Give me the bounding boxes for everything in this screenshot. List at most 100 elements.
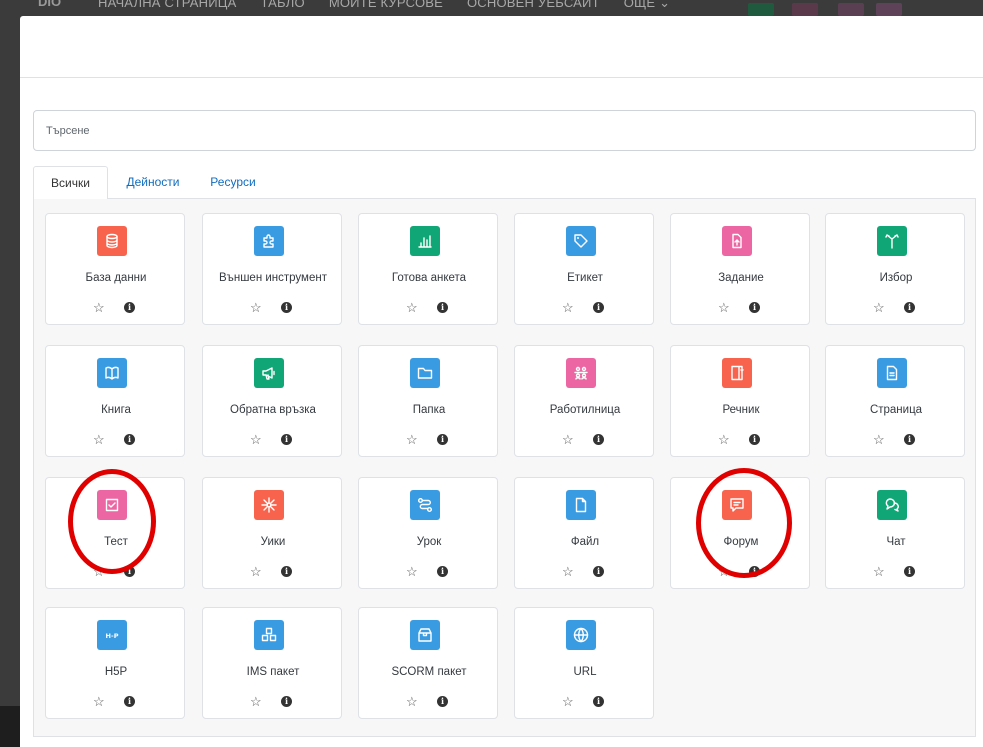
activity-name: Книга <box>101 404 131 416</box>
activity-card[interactable]: Файл ☆ i <box>514 477 654 589</box>
activity-name: Урок <box>416 536 442 548</box>
activity-card[interactable]: Страница ☆ i <box>825 345 965 457</box>
info-icon[interactable]: i <box>749 302 760 313</box>
activity-name: Задание <box>718 272 764 284</box>
star-icon[interactable]: ☆ <box>93 301 105 314</box>
info-icon[interactable]: i <box>281 566 292 577</box>
star-icon[interactable]: ☆ <box>562 695 574 708</box>
star-icon[interactable]: ☆ <box>250 565 262 578</box>
chat-icon <box>877 490 907 520</box>
activity-name: Страница <box>869 404 923 416</box>
tab-all[interactable]: Всички <box>33 166 108 200</box>
info-icon[interactable]: i <box>124 434 135 445</box>
activity-card[interactable]: IMS пакет ☆ i <box>202 607 342 719</box>
activity-card[interactable]: Папка ☆ i <box>358 345 498 457</box>
activity-card[interactable]: Готова анкета ☆ i <box>358 213 498 325</box>
activity-card[interactable]: Речник ☆ i <box>670 345 810 457</box>
star-icon[interactable]: ☆ <box>406 301 418 314</box>
info-icon[interactable]: i <box>904 302 915 313</box>
nav-main-website[interactable]: ОСНОВЕН УЕБСАЙТ <box>467 0 600 11</box>
star-icon[interactable]: ☆ <box>718 433 730 446</box>
activity-name: Уики <box>260 536 286 548</box>
info-icon[interactable]: i <box>593 302 604 313</box>
star-icon[interactable]: ☆ <box>562 301 574 314</box>
activity-card[interactable]: Външен инструмент ☆ i <box>202 213 342 325</box>
star-icon[interactable]: ☆ <box>562 565 574 578</box>
star-icon[interactable]: ☆ <box>250 695 262 708</box>
star-icon[interactable]: ☆ <box>873 301 885 314</box>
star-icon[interactable]: ☆ <box>873 433 885 446</box>
star-icon[interactable]: ☆ <box>406 695 418 708</box>
activity-card[interactable]: SCORM пакет ☆ i <box>358 607 498 719</box>
ims-package-icon <box>254 620 284 650</box>
activity-card[interactable]: Чат ☆ i <box>825 477 965 589</box>
star-icon[interactable]: ☆ <box>873 565 885 578</box>
activity-card[interactable]: Уики ☆ i <box>202 477 342 589</box>
star-icon[interactable]: ☆ <box>406 433 418 446</box>
activity-card[interactable]: Тест ☆ i <box>45 477 185 589</box>
activity-name: Работилница <box>549 404 621 416</box>
activity-chooser-modal: Всички Дейности Ресурси База данни☆iВънш… <box>20 16 983 747</box>
star-icon[interactable]: ☆ <box>406 565 418 578</box>
activity-card[interactable]: Работилница ☆ i <box>514 345 654 457</box>
file-upload-icon <box>722 226 752 256</box>
tab-activities[interactable]: Дейности <box>113 166 193 199</box>
activity-name: SCORM пакет <box>391 666 467 678</box>
star-icon[interactable]: ☆ <box>562 433 574 446</box>
info-icon[interactable]: i <box>749 566 760 577</box>
info-icon[interactable]: i <box>437 696 448 707</box>
star-icon[interactable]: ☆ <box>718 301 730 314</box>
info-icon[interactable]: i <box>437 566 448 577</box>
info-icon[interactable]: i <box>904 566 915 577</box>
info-icon[interactable]: i <box>124 696 135 707</box>
activity-card[interactable]: URL ☆ i <box>514 607 654 719</box>
activity-card[interactable]: Избор ☆ i <box>825 213 965 325</box>
activity-name: Тест <box>104 536 128 548</box>
info-icon[interactable]: i <box>437 434 448 445</box>
activity-name: Форум <box>723 536 759 548</box>
activity-name: IMS пакет <box>246 666 300 678</box>
activity-name: Готова анкета <box>391 272 467 284</box>
scorm-package-icon <box>410 620 440 650</box>
globe-icon <box>566 620 596 650</box>
activity-card[interactable]: Урок ☆ i <box>358 477 498 589</box>
info-icon[interactable]: i <box>124 302 135 313</box>
star-icon[interactable]: ☆ <box>250 433 262 446</box>
glossary-icon <box>722 358 752 388</box>
book-icon <box>97 358 127 388</box>
info-icon[interactable]: i <box>749 434 760 445</box>
info-icon[interactable]: i <box>437 302 448 313</box>
info-icon[interactable]: i <box>904 434 915 445</box>
star-icon[interactable]: ☆ <box>718 565 730 578</box>
star-icon[interactable]: ☆ <box>250 301 262 314</box>
activity-card[interactable]: Форум ☆ i <box>670 477 810 589</box>
activity-card[interactable]: База данни ☆ i <box>45 213 185 325</box>
activity-card[interactable]: Етикет ☆ i <box>514 213 654 325</box>
background-navbar: DIO НАЧАЛНА СТРАНИЦА ТАБЛО МОИТЕ КУРСОВЕ… <box>0 0 983 16</box>
megaphone-icon <box>254 358 284 388</box>
info-icon[interactable]: i <box>281 434 292 445</box>
nav-my-courses[interactable]: МОИТЕ КУРСОВЕ <box>329 0 443 11</box>
database-icon <box>97 226 127 256</box>
activity-card[interactable]: Обратна връзка ☆ i <box>202 345 342 457</box>
info-icon[interactable]: i <box>281 696 292 707</box>
forum-icon <box>722 490 752 520</box>
info-icon[interactable]: i <box>593 696 604 707</box>
search-input[interactable] <box>33 110 976 151</box>
nav-more[interactable]: ОЩЕ ⌄ <box>624 0 670 11</box>
info-icon[interactable]: i <box>593 434 604 445</box>
tab-resources[interactable]: Ресурси <box>198 166 268 199</box>
info-icon[interactable]: i <box>124 566 135 577</box>
activity-card[interactable]: Задание ☆ i <box>670 213 810 325</box>
nav-home[interactable]: НАЧАЛНА СТРАНИЦА <box>98 0 236 11</box>
info-icon[interactable]: i <box>281 302 292 313</box>
background-nav-items: НАЧАЛНА СТРАНИЦА ТАБЛО МОИТЕ КУРСОВЕ ОСН… <box>98 0 670 11</box>
star-icon[interactable]: ☆ <box>93 695 105 708</box>
svg-text:H-P: H-P <box>106 632 119 640</box>
star-icon[interactable]: ☆ <box>93 433 105 446</box>
info-icon[interactable]: i <box>593 566 604 577</box>
nav-dashboard[interactable]: ТАБЛО <box>260 0 304 11</box>
activity-card[interactable]: H-P H5P ☆ i <box>45 607 185 719</box>
star-icon[interactable]: ☆ <box>93 565 105 578</box>
activity-card[interactable]: Книга ☆ i <box>45 345 185 457</box>
